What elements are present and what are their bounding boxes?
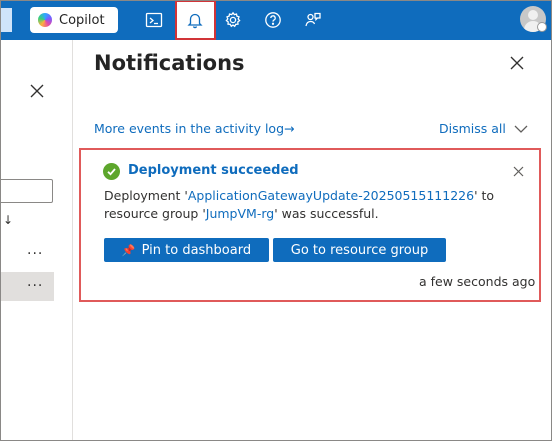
chevron-down-icon [514, 125, 528, 133]
activity-log-link-label: More events in the activity log [94, 121, 285, 136]
notification-timestamp: a few seconds ago [419, 274, 536, 289]
sort-arrow-icon[interactable]: ↓ [3, 213, 13, 227]
body-suffix: ' was successful. [274, 206, 379, 221]
go-to-resource-group-button[interactable]: Go to resource group [273, 238, 446, 262]
pane-divider [72, 40, 73, 441]
top-bar: Copilot [0, 0, 552, 40]
go-to-resource-group-label: Go to resource group [290, 242, 429, 258]
row-menu-button[interactable]: ··· [27, 278, 43, 294]
gear-icon[interactable] [217, 4, 249, 36]
copilot-label: Copilot [59, 12, 105, 28]
dismiss-all-button[interactable]: Dismiss all [439, 121, 528, 136]
left-pane-close-icon[interactable] [30, 84, 44, 98]
feedback-icon[interactable] [297, 4, 329, 36]
copilot-button[interactable]: Copilot [30, 7, 118, 33]
close-icon[interactable] [510, 56, 524, 70]
arrow-right-icon: → [284, 121, 295, 136]
dismiss-all-label: Dismiss all [439, 121, 506, 136]
activity-log-link[interactable]: More events in the activity log→ [94, 121, 295, 136]
notifications-title: Notifications [94, 51, 245, 75]
left-filter-input[interactable] [0, 179, 53, 203]
row-menu-button[interactable]: ··· [27, 246, 43, 262]
pin-to-dashboard-label: Pin to dashboard [141, 242, 252, 258]
left-pane [0, 40, 73, 441]
resource-group-link[interactable]: JumpVM-rg [206, 206, 274, 221]
cloud-shell-icon[interactable] [138, 4, 170, 36]
body-prefix: Deployment ' [104, 188, 188, 203]
bell-icon[interactable] [179, 4, 211, 36]
pin-icon: 📌 [121, 243, 136, 257]
search-box-stub[interactable] [0, 8, 12, 32]
deployment-link[interactable]: ApplicationGatewayUpdate-20250515111226 [188, 188, 474, 203]
dismiss-notification-icon[interactable] [513, 166, 524, 177]
lock-badge-icon [537, 22, 547, 32]
notification-title: Deployment succeeded [128, 163, 299, 178]
help-icon[interactable] [257, 4, 289, 36]
avatar-head [528, 10, 538, 20]
pin-to-dashboard-button[interactable]: 📌 Pin to dashboard [104, 238, 269, 262]
copilot-logo-icon [38, 13, 52, 27]
success-check-icon [103, 163, 120, 180]
notification-body: Deployment 'ApplicationGatewayUpdate-202… [104, 187, 524, 223]
